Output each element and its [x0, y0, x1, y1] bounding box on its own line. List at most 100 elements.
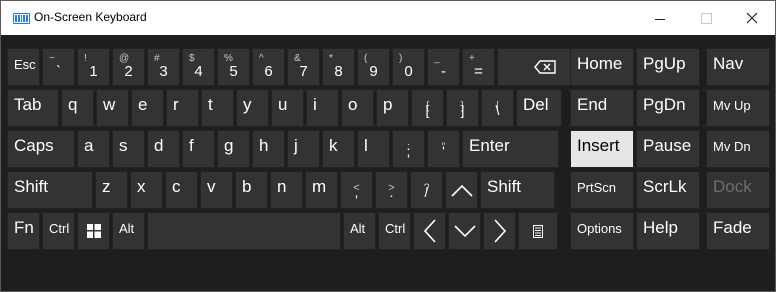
- key-s[interactable]: s: [112, 130, 145, 168]
- key-r-label: r: [173, 95, 179, 114]
- key-bracket-2-main-label: \: [495, 102, 500, 118]
- key-i[interactable]: i: [306, 89, 339, 127]
- key-f-label: f: [189, 136, 194, 155]
- key-k[interactable]: k: [322, 130, 355, 168]
- key-bracket-1[interactable]: }]: [446, 89, 479, 127]
- key-=[interactable]: + =: [462, 48, 495, 86]
- key-a[interactable]: a: [77, 130, 110, 168]
- key-prtscn[interactable]: PrtScn: [570, 171, 634, 209]
- key-scrlk-label: ScrLk: [643, 177, 687, 196]
- key-0-main-label: 0: [404, 63, 413, 80]
- key-mvup[interactable]: Mv Up: [706, 89, 770, 127]
- key-end[interactable]: End: [570, 89, 634, 127]
- key-alt-right[interactable]: Alt: [343, 212, 376, 250]
- key-t[interactable]: t: [201, 89, 234, 127]
- key-8-main-label: 8: [334, 63, 343, 80]
- key-m[interactable]: m: [305, 171, 338, 209]
- key-ctrl-left[interactable]: Ctrl: [42, 212, 75, 250]
- key-j[interactable]: j: [287, 130, 320, 168]
- key-nav[interactable]: Nav: [706, 48, 770, 86]
- key-0[interactable]: ) 0: [392, 48, 425, 86]
- key-shift-right[interactable]: Shift: [480, 171, 555, 209]
- key-punct4-2[interactable]: ? /: [410, 171, 443, 209]
- key-d[interactable]: d: [147, 130, 180, 168]
- key-bracket-0[interactable]: {[: [411, 89, 444, 127]
- key-help[interactable]: Help: [636, 212, 700, 250]
- key-home[interactable]: Home: [570, 48, 634, 86]
- maximize-button[interactable]: [683, 1, 729, 35]
- key-z[interactable]: z: [95, 171, 128, 209]
- key-pgup[interactable]: PgUp: [636, 48, 700, 86]
- key-pgup-label: PgUp: [643, 54, 686, 73]
- key-g[interactable]: g: [217, 130, 250, 168]
- key-x-label: x: [137, 177, 146, 196]
- key-n[interactable]: n: [270, 171, 303, 209]
- key-w[interactable]: w: [96, 89, 129, 127]
- key-o[interactable]: o: [341, 89, 374, 127]
- key-8[interactable]: * 8: [322, 48, 355, 86]
- key-r[interactable]: r: [166, 89, 199, 127]
- key-9[interactable]: (9: [357, 48, 390, 86]
- key-y[interactable]: y: [236, 89, 269, 127]
- key-3[interactable]: #3: [147, 48, 180, 86]
- key-6[interactable]: ^ 6: [252, 48, 285, 86]
- key-dock[interactable]: Dock: [706, 171, 770, 209]
- key-f[interactable]: f: [182, 130, 215, 168]
- key-esc[interactable]: Esc: [7, 48, 40, 86]
- key-tab[interactable]: Tab: [7, 89, 59, 127]
- key-x[interactable]: x: [130, 171, 163, 209]
- key-5[interactable]: % 5: [217, 48, 250, 86]
- key-d-label: d: [154, 136, 164, 155]
- key-alt-right-label: Alt: [350, 221, 366, 236]
- key-options[interactable]: Options: [570, 212, 634, 250]
- key-u[interactable]: u: [271, 89, 304, 127]
- key-e[interactable]: e: [131, 89, 164, 127]
- key-caps[interactable]: Caps: [7, 130, 75, 168]
- key--[interactable]: _ -: [427, 48, 460, 86]
- key-3-main-label: 3: [159, 63, 168, 80]
- key-menu[interactable]: [518, 212, 558, 250]
- key-q[interactable]: q: [61, 89, 94, 127]
- key-arrow-down[interactable]: [448, 212, 481, 250]
- key-=-main-label: =: [474, 63, 483, 80]
- key-arrow-up[interactable]: [445, 171, 478, 209]
- key-punct3-0[interactable]: :;: [392, 130, 425, 168]
- key-alt-left[interactable]: Alt: [112, 212, 145, 250]
- key-2[interactable]: @2: [112, 48, 145, 86]
- key-`[interactable]: ~ `: [42, 48, 75, 86]
- key-fade[interactable]: Fade: [706, 212, 770, 250]
- key-arrow-right[interactable]: [483, 212, 516, 250]
- key-p[interactable]: p: [376, 89, 409, 127]
- key-bracket-2[interactable]: | \: [481, 89, 514, 127]
- key-v[interactable]: v: [200, 171, 233, 209]
- key-pause[interactable]: Pause: [636, 130, 700, 168]
- key-punct4-0[interactable]: <,: [340, 171, 373, 209]
- key-h[interactable]: h: [252, 130, 285, 168]
- key-punct4-1[interactable]: >.: [375, 171, 408, 209]
- key-arrow-left[interactable]: [413, 212, 446, 250]
- key-insert[interactable]: Insert: [570, 130, 634, 168]
- key-del[interactable]: Del: [516, 89, 562, 127]
- key-4[interactable]: $4: [182, 48, 215, 86]
- key-enter[interactable]: Enter: [462, 130, 559, 168]
- close-button[interactable]: [729, 1, 775, 35]
- key-shift-left[interactable]: Shift: [7, 171, 93, 209]
- key-ctrl-right[interactable]: Ctrl: [378, 212, 411, 250]
- key-fn[interactable]: Fn: [7, 212, 40, 250]
- minimize-button[interactable]: [637, 1, 683, 35]
- key-pause-label: Pause: [643, 136, 692, 155]
- key-pgdn[interactable]: PgDn: [636, 89, 700, 127]
- key-1[interactable]: ! 1: [77, 48, 110, 86]
- key-windows[interactable]: [77, 212, 110, 250]
- key-mvdn-label: Mv Dn: [713, 139, 751, 154]
- key-7[interactable]: & 7: [287, 48, 320, 86]
- key-l[interactable]: l: [357, 130, 390, 168]
- key-space[interactable]: [147, 212, 341, 250]
- key-punct3-1[interactable]: " ': [427, 130, 460, 168]
- key-c[interactable]: c: [165, 171, 198, 209]
- key-insert-label: Insert: [577, 136, 620, 155]
- key-mvdn[interactable]: Mv Dn: [706, 130, 770, 168]
- key-b[interactable]: b: [235, 171, 268, 209]
- key-l-label: l: [364, 136, 368, 155]
- key-scrlk[interactable]: ScrLk: [636, 171, 700, 209]
